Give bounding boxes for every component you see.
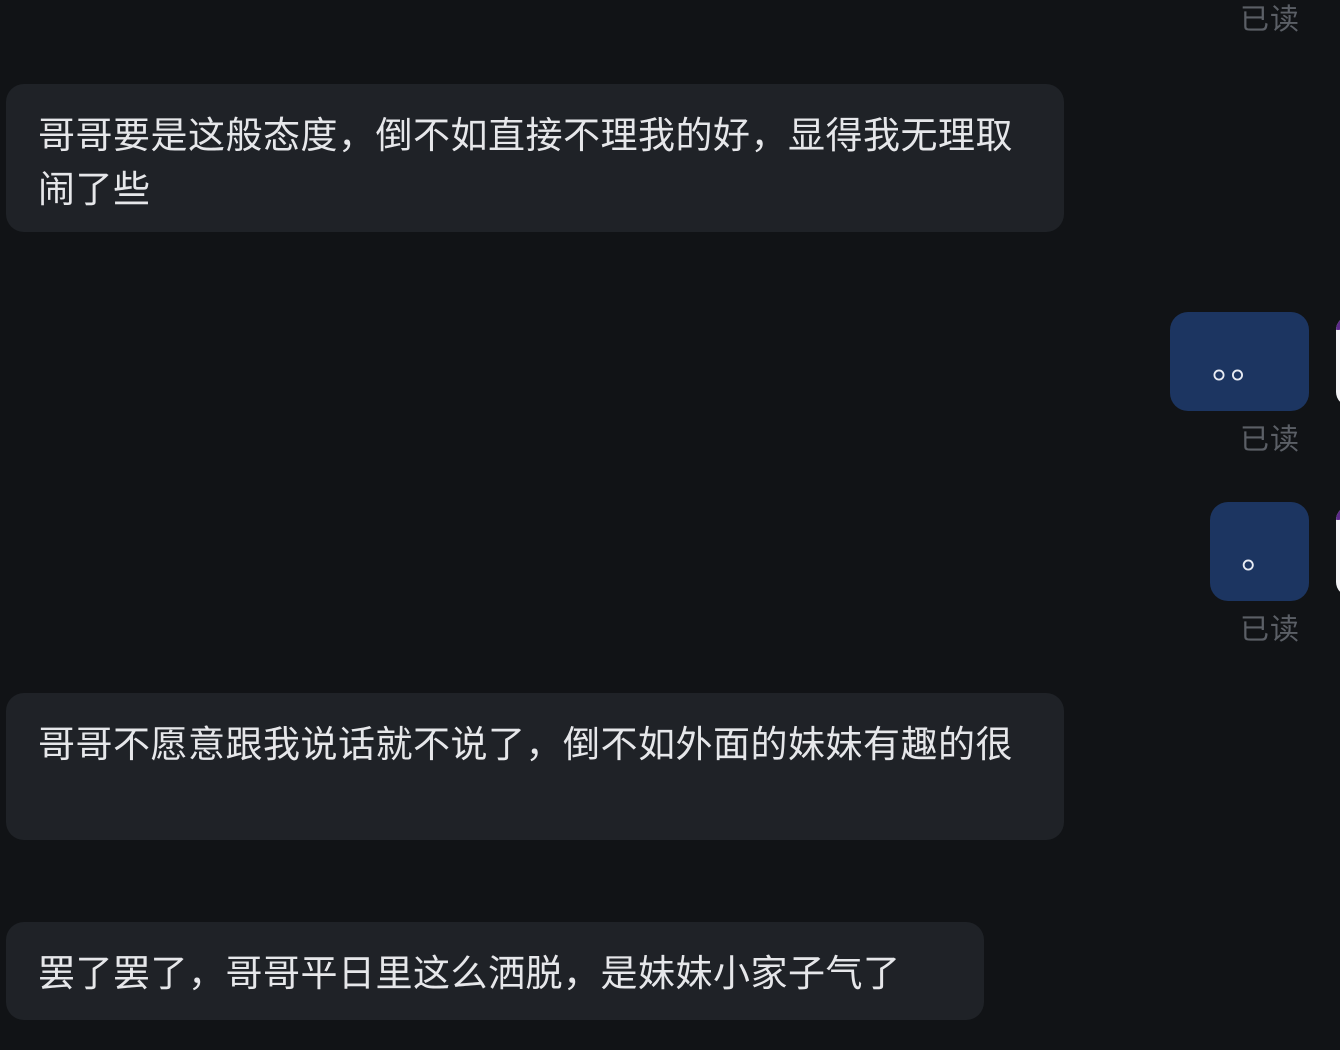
message-bubble-outgoing[interactable]: 。: [1210, 502, 1309, 601]
message-bubble-outgoing[interactable]: 。。: [1170, 312, 1309, 411]
read-receipt: 已读: [1240, 422, 1301, 456]
read-receipt: 已读: [1240, 612, 1301, 646]
message-text: 。: [1241, 535, 1278, 577]
user-avatar[interactable]: [1336, 506, 1340, 596]
message-bubble-incoming[interactable]: 哥哥不愿意跟我说话就不说了，倒不如外面的妹妹有趣的很: [6, 693, 1064, 840]
message-text: 。。: [1211, 345, 1267, 387]
message-bubble-incoming[interactable]: 罢了罢了，哥哥平日里这么洒脱，是妹妹小家子气了: [6, 922, 984, 1020]
message-bubble-incoming[interactable]: 哥哥要是这般态度，倒不如直接不理我的好，显得我无理取闹了些: [6, 84, 1064, 232]
user-avatar[interactable]: [1336, 316, 1340, 406]
read-receipt: 已读: [1240, 2, 1301, 36]
